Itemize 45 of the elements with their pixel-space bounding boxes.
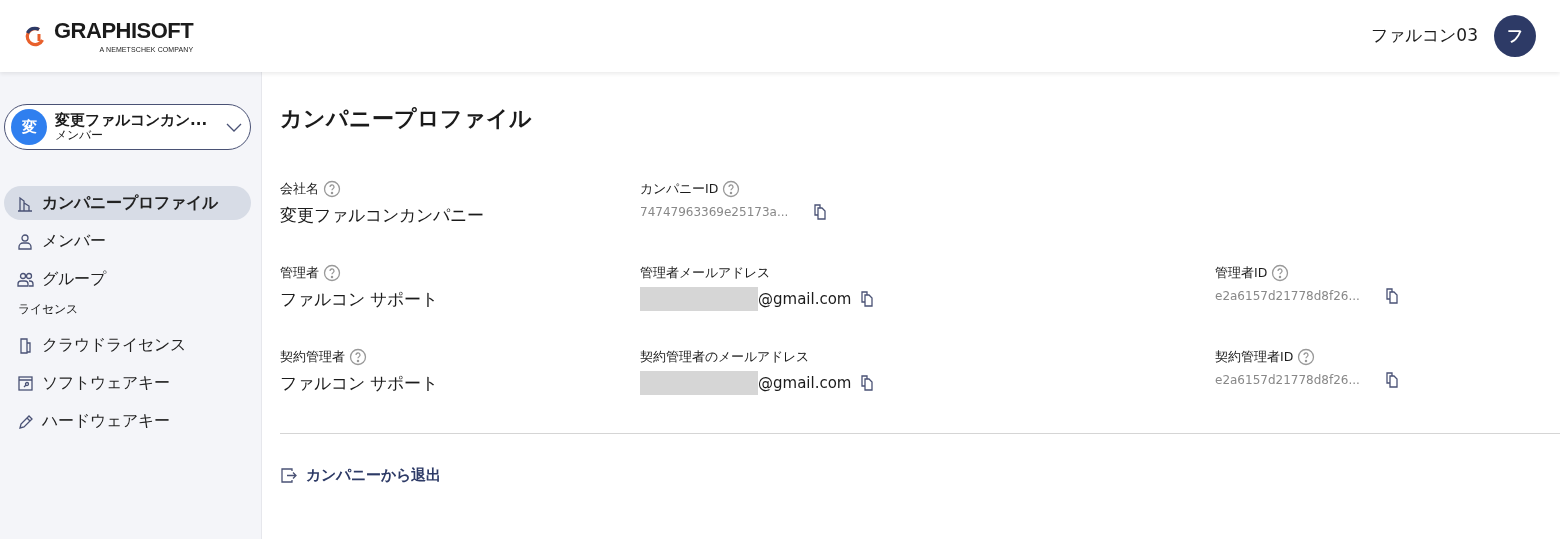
- field-label: 会社名: [280, 179, 319, 198]
- sidebar-item[interactable]: カンパニープロファイル: [4, 186, 251, 220]
- company-name: 変更ファルコンカン...: [55, 111, 209, 130]
- field-value: @gmail.com: [758, 372, 852, 394]
- field-value: 変更ファルコンカンパニー: [280, 204, 484, 227]
- company-role: メンバー: [55, 129, 104, 143]
- section-label: ライセンス: [18, 301, 79, 318]
- field-label: 契約管理者のメールアドレス: [640, 347, 809, 366]
- copy-icon[interactable]: [859, 374, 875, 392]
- logo-text: GRAPHISOFT: [54, 19, 194, 42]
- logo-icon: [24, 25, 46, 47]
- field-label: 契約管理者: [280, 347, 345, 366]
- copy-icon[interactable]: [812, 203, 828, 221]
- copy-icon[interactable]: [859, 290, 875, 308]
- chevron-down-icon: [226, 122, 242, 132]
- page-title: カンパニープロファイル: [280, 105, 533, 133]
- field-value: @gmail.com: [758, 288, 852, 310]
- field-label: 契約管理者ID: [1215, 347, 1294, 366]
- document-icon: [17, 336, 34, 354]
- people-icon: [17, 270, 34, 288]
- leave-company-link[interactable]: カンパニーから退出: [280, 464, 441, 487]
- field-value: e2a6157d21778d8f26...: [1215, 288, 1360, 305]
- user-avatar[interactable]: フ: [1494, 15, 1536, 57]
- field-label: 管理者: [280, 263, 319, 282]
- copy-icon[interactable]: [1383, 287, 1399, 305]
- field-label: カンパニーID: [640, 179, 719, 198]
- exit-icon: [280, 466, 298, 484]
- person-icon: [17, 232, 34, 250]
- field-value: e2a6157d21778d8f26...: [1215, 372, 1360, 389]
- field-label: 管理者ID: [1215, 263, 1268, 282]
- sidebar-item[interactable]: ソフトウェアキー: [4, 366, 251, 400]
- user-name: ファルコン03: [1371, 24, 1478, 48]
- sidebar-item[interactable]: メンバー: [4, 224, 251, 258]
- key-window-icon: [17, 374, 34, 392]
- company-avatar: 変: [11, 109, 47, 145]
- field-label: 管理者メールアドレス: [640, 263, 770, 282]
- field-value: 74747963369e25173a...: [640, 204, 789, 221]
- company-selector[interactable]: 変 変更ファルコンカン... メンバー: [4, 104, 251, 150]
- field-value: ファルコン サポート: [280, 372, 439, 395]
- sidebar-item[interactable]: グループ: [4, 262, 251, 296]
- sidebar-item[interactable]: ハードウェアキー: [4, 404, 251, 438]
- sidebar-item[interactable]: クラウドライセンス: [4, 328, 251, 362]
- copy-icon[interactable]: [1383, 371, 1399, 389]
- field-value: ファルコン サポート: [280, 288, 439, 311]
- building-icon: [17, 194, 34, 212]
